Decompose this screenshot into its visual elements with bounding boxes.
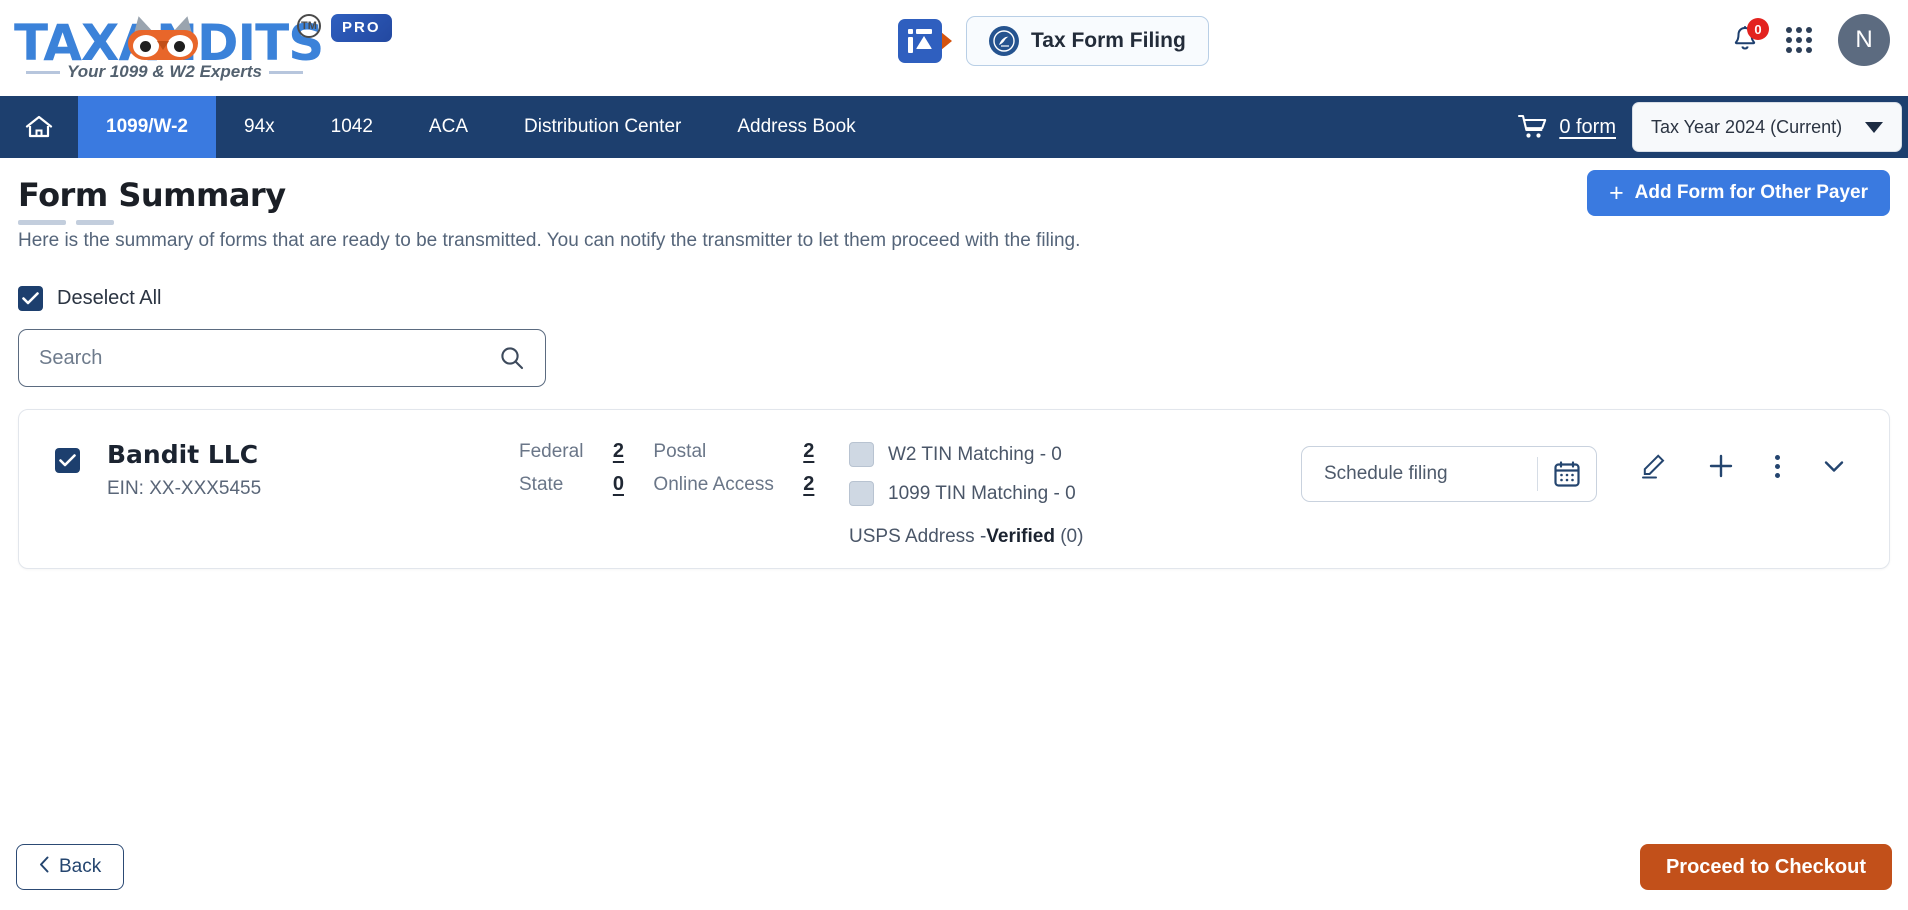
product-switcher-group: Tax Form Filing [898, 16, 1209, 66]
row-actions [1639, 452, 1848, 480]
tin-row-w2[interactable]: W2 TIN Matching - 0 [849, 442, 1083, 467]
1099-tin-matching-checkbox[interactable] [849, 481, 874, 506]
count-label-federal: Federal [519, 441, 583, 463]
tax-year-select[interactable]: Tax Year 2024 (Current) [1632, 102, 1902, 152]
nav-label: 1042 [331, 116, 373, 138]
add-form-plus-icon[interactable] [1707, 452, 1735, 480]
notifications-button[interactable]: 0 [1730, 23, 1760, 57]
nav-label: Distribution Center [524, 116, 681, 138]
page-footer: Back Proceed to Checkout [0, 832, 1908, 910]
add-form-for-other-payer-button[interactable]: + Add Form for Other Payer [1587, 170, 1890, 216]
count-label-online-access: Online Access [653, 474, 773, 496]
avatar[interactable]: N [1838, 14, 1890, 66]
chevron-down-icon [1865, 122, 1883, 133]
cart-form-count: 0 form [1559, 116, 1616, 139]
back-label: Back [59, 856, 101, 878]
nav-item-94x[interactable]: 94x [216, 96, 303, 158]
deselect-all-checkbox[interactable] [18, 286, 43, 311]
edit-pencil-icon[interactable] [1639, 452, 1667, 480]
search-box[interactable] [18, 329, 546, 387]
apps-grid-icon[interactable] [1786, 27, 1812, 53]
nav-item-1042[interactable]: 1042 [303, 96, 401, 158]
payer-card[interactable]: Bandit LLC EIN: XX-XXX5455 Federal 2 Pos… [18, 409, 1890, 569]
page-subtitle: Here is the summary of forms that are re… [18, 230, 1890, 252]
nav-label: 1099/W-2 [106, 116, 188, 138]
tax-form-filing-button[interactable]: Tax Form Filing [966, 16, 1209, 66]
irs-seal-icon [989, 26, 1019, 56]
count-label-postal: Postal [653, 441, 773, 463]
brand-tagline: Your 1099 & W2 Experts [26, 62, 303, 82]
nav-home-button[interactable] [0, 96, 78, 158]
nav-item-distribution-center[interactable]: Distribution Center [496, 96, 709, 158]
launch-arrow-icon [941, 32, 952, 50]
count-value-federal[interactable]: 2 [601, 440, 635, 463]
calendar-icon[interactable] [1538, 459, 1596, 489]
chevron-down-icon[interactable] [1820, 452, 1848, 480]
brand-logo[interactable]: TAXANDITS TM PRO Your 1099 & W2 Experts [14, 12, 354, 84]
notification-badge: 0 [1747, 18, 1769, 40]
avatar-initial: N [1855, 26, 1872, 54]
add-form-label: Add Form for Other Payer [1635, 182, 1868, 204]
usps-address-status: USPS Address -Verified (0) [849, 526, 1083, 548]
nav-label: 94x [244, 116, 275, 138]
main-content: Form Summary Here is the summary of form… [0, 158, 1908, 910]
nav-right-group: 0 form Tax Year 2024 (Current) [1517, 96, 1908, 158]
trademark-icon: TM [297, 14, 321, 38]
schedule-filing-field[interactable]: Schedule filing [1301, 446, 1597, 502]
tin-matching-1099-label: 1099 TIN Matching - 0 [888, 483, 1076, 505]
back-button[interactable]: Back [16, 844, 124, 890]
cart-button[interactable]: 0 form [1517, 113, 1616, 141]
title-underline-decoration [18, 220, 1890, 225]
count-label-state: State [519, 474, 583, 496]
payer-ein: EIN: XX-XXX5455 [107, 478, 261, 500]
usps-count: (0) [1060, 526, 1083, 547]
nav-item-1099-w2[interactable]: 1099/W-2 [78, 96, 216, 158]
usps-prefix: USPS Address - [849, 526, 986, 547]
search-icon[interactable] [499, 345, 525, 371]
main-navigation: 1099/W-2 94x 1042 ACA Distribution Cente… [0, 96, 1908, 158]
tax-form-filing-label: Tax Form Filing [1031, 29, 1186, 53]
pro-badge: PRO [331, 14, 392, 42]
owl-mascot-icon [126, 16, 200, 62]
form-counts: Federal 2 Postal 2 State 0 Online Access… [519, 440, 826, 496]
search-input[interactable] [39, 347, 499, 370]
nav-label: ACA [429, 116, 468, 138]
tax-year-value: Tax Year 2024 (Current) [1651, 117, 1842, 138]
payer-name: Bandit LLC [107, 440, 258, 469]
schedule-filing-label: Schedule filing [1302, 463, 1537, 485]
count-value-postal[interactable]: 2 [792, 440, 826, 463]
proceed-to-checkout-button[interactable]: Proceed to Checkout [1640, 844, 1892, 890]
plus-icon: + [1609, 181, 1624, 206]
deselect-all-row[interactable]: Deselect All [18, 286, 1890, 311]
chevron-left-icon [39, 856, 50, 879]
tagline-text: Your 1099 & W2 Experts [67, 62, 262, 82]
count-value-state[interactable]: 0 [601, 473, 635, 496]
home-icon [24, 113, 54, 141]
payer-select-checkbox[interactable] [55, 448, 80, 473]
nav-label: Address Book [737, 116, 855, 138]
grid-launch-icon[interactable] [898, 19, 942, 63]
w2-tin-matching-checkbox[interactable] [849, 442, 874, 467]
cart-icon [1517, 113, 1549, 141]
w2-tin-matching-label: W2 TIN Matching - 0 [888, 444, 1062, 466]
count-value-online-access[interactable]: 2 [792, 473, 826, 496]
top-header: TAXANDITS TM PRO Your 1099 & W2 Experts [0, 0, 1908, 96]
tin-row-1099[interactable]: 1099 TIN Matching - 0 [849, 481, 1083, 506]
nav-item-aca[interactable]: ACA [401, 96, 496, 158]
more-vertical-icon[interactable] [1775, 455, 1780, 478]
usps-status: Verified [986, 526, 1055, 547]
nav-item-address-book[interactable]: Address Book [709, 96, 883, 158]
deselect-all-label: Deselect All [57, 287, 162, 310]
tin-matching-group: W2 TIN Matching - 0 1099 TIN Matching - … [849, 442, 1083, 548]
header-actions: 0 N [1730, 14, 1890, 66]
